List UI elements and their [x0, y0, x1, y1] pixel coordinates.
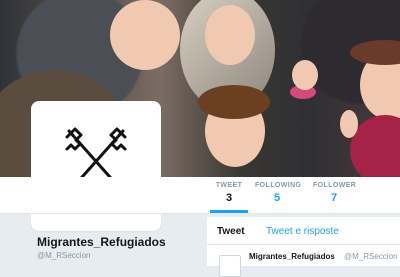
stat-label: FOLLOWER [313, 182, 357, 189]
profile-handle[interactable]: @M_RSeccion [37, 251, 90, 260]
tweet-author-name[interactable]: Migrantes_Refugiados [249, 252, 335, 261]
tab-tweets[interactable]: Tweet [217, 226, 245, 237]
stat-tweets[interactable]: TWEET 3 [214, 182, 244, 204]
tweet-author-avatar[interactable] [219, 255, 241, 277]
stat-value: 7 [330, 192, 338, 204]
profile-nav: TWEET 3 FOLLOWING 5 FOLLOWER 7 [0, 177, 400, 214]
tab-tweets-and-replies[interactable]: Tweet e risposte [266, 226, 339, 237]
stat-value: 5 [273, 192, 281, 204]
stat-label: FOLLOWING [255, 182, 302, 189]
timeline: Tweet Tweet e risposte Migrantes_Refugia… [207, 217, 400, 277]
active-tab-indicator [210, 210, 248, 213]
stat-following[interactable]: FOLLOWING 5 [255, 182, 302, 204]
stat-label: TWEET [215, 182, 243, 189]
tweet-author-handle[interactable]: @M_RSeccion [344, 252, 397, 261]
stat-value: 3 [225, 192, 233, 204]
profile-name[interactable]: Migrantes_Refugiados [37, 235, 166, 249]
stat-followers[interactable]: FOLLOWER 7 [313, 182, 357, 204]
divider [207, 244, 400, 245]
